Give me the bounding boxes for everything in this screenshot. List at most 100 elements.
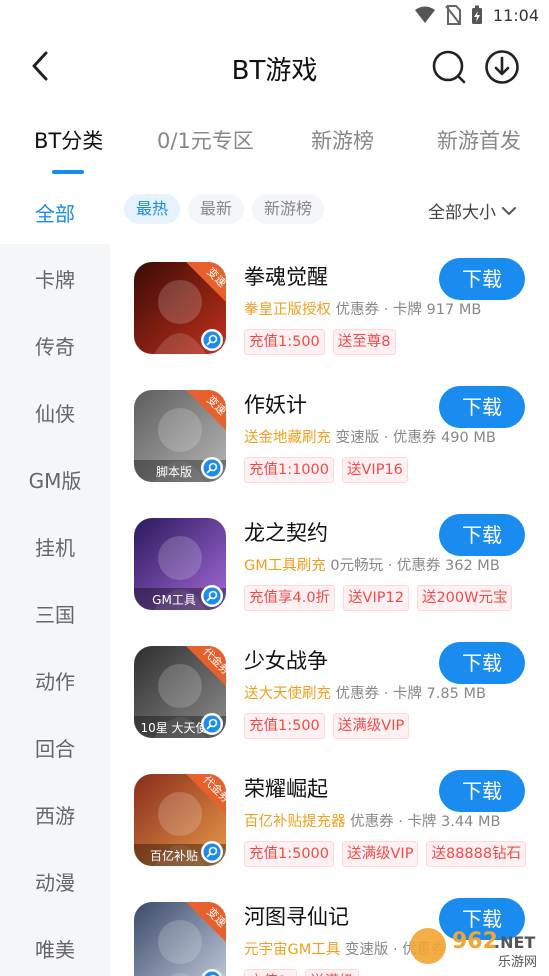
download-button[interactable]: 下载 — [439, 770, 525, 812]
game-highlight: 送大天使刷充 — [244, 686, 331, 702]
game-icon[interactable]: 百亿补贴 代金券 — [134, 774, 226, 866]
wifi-icon — [414, 6, 435, 23]
promo-tag: 送满级VIP — [332, 713, 410, 739]
promo-tag: 送88888钻石 — [426, 841, 527, 867]
download-button[interactable]: 下载 — [439, 514, 525, 556]
game-meta-info: 优惠券 · 卡牌 917 MB — [331, 302, 482, 318]
svg-text:.NET: .NET — [494, 933, 535, 952]
search-button[interactable] — [431, 49, 467, 85]
game-row[interactable]: 10星 大天使 代金券 少女战争 送大天使刷充 优惠券 · 卡牌 7.85 MB… — [110, 628, 549, 756]
game-meta: 送金地藏刷充 变速版 · 优惠券 490 MB — [244, 426, 496, 447]
tab-new-releases[interactable]: 新游首发 — [437, 125, 521, 155]
game-icon[interactable]: 10星 大天使 代金券 — [134, 646, 226, 738]
icon-caption-label: 10星 大天使 — [140, 720, 207, 735]
game-tags: 充值1: 送满级 — [244, 969, 359, 976]
game-highlight: 百亿补贴提充器 — [244, 814, 346, 830]
size-filter-dropdown[interactable]: 全部大小 — [428, 198, 517, 223]
game-tags: 充值享4.0折 送VIP12 送200W元宝 — [244, 585, 513, 611]
download-button[interactable]: 下载 — [439, 258, 525, 300]
promo-tag: 送VIP12 — [343, 585, 409, 611]
game-row[interactable]: 脚本版 变速 作妖计 送金地藏刷充 变速版 · 优惠券 490 MB 充值1:1… — [110, 372, 549, 500]
sidebar-item-xianxia[interactable]: 仙侠 — [0, 398, 110, 427]
sidebar-item-turn-based[interactable]: 回合 — [0, 733, 110, 762]
game-highlight: GM工具刷充 — [244, 558, 326, 574]
sidebar-item-action[interactable]: 动作 — [0, 666, 110, 695]
no-sim-icon — [445, 5, 461, 25]
tab-zero-one-zone[interactable]: 0/1元专区 — [157, 125, 254, 155]
game-name: 少女战争 — [244, 649, 328, 673]
watermark-logo: 962 .NET 乐游网 — [406, 920, 546, 970]
sort-newest-chip[interactable]: 最新 — [188, 194, 245, 224]
game-list: 变速 拳魂觉醒 拳皇正版授权 优惠券 · 卡牌 917 MB 充值1:500 送至… — [110, 244, 549, 976]
game-row[interactable]: 变速 拳魂觉醒 拳皇正版授权 优惠券 · 卡牌 917 MB 充值1:500 送至… — [110, 244, 549, 372]
sidebar-item-card[interactable]: 卡牌 — [0, 264, 110, 293]
size-filter-label: 全部大小 — [428, 203, 496, 223]
svg-text:乐游网: 乐游网 — [498, 955, 537, 970]
download-button[interactable]: 下载 — [439, 642, 525, 684]
sidebar-item-idle[interactable]: 挂机 — [0, 532, 110, 561]
game-icon[interactable]: GM工具 — [134, 518, 226, 610]
active-tab-indicator — [52, 170, 84, 174]
game-row[interactable]: 百亿补贴 代金券 荣耀崛起 百亿补贴提充器 优惠券 · 卡牌 3.44 MB 充… — [110, 756, 549, 884]
game-meta-info: 优惠券 · 卡牌 7.85 MB — [331, 686, 486, 702]
category-sidebar: 全部 卡牌 传奇 仙侠 GM版 挂机 三国 动作 回合 西游 动漫 唯美 — [0, 178, 110, 976]
nav-bar: BT游戏 — [0, 32, 549, 102]
promo-tag: 送满级VIP — [342, 841, 419, 867]
top-tabs: BT分类 0/1元专区 新游榜 新游首发 — [0, 118, 549, 178]
icon-caption-label: GM工具 — [152, 593, 196, 607]
promo-tag: 送满级 — [305, 969, 359, 976]
sidebar-item-journey-west[interactable]: 西游 — [0, 800, 110, 829]
game-meta-info: 变速版 · 优惠券 490 MB — [331, 430, 496, 446]
download-icon — [485, 50, 519, 84]
game-icon[interactable]: 变速 — [134, 262, 226, 354]
game-name: 作妖计 — [244, 393, 307, 417]
chevron-down-icon — [502, 206, 516, 215]
promo-tag: 送VIP16 — [342, 457, 408, 483]
sidebar-item-all[interactable]: 全部 — [0, 198, 110, 227]
battery-icon — [471, 5, 482, 24]
sort-new-rank-chip[interactable]: 新游榜 — [252, 194, 325, 224]
game-icon[interactable]: 变速 — [134, 902, 226, 976]
game-name: 拳魂觉醒 — [244, 265, 328, 289]
promo-tag: 充值1:1000 — [244, 457, 335, 483]
game-highlight: 拳皇正版授权 — [244, 302, 331, 318]
sidebar-item-anime[interactable]: 动漫 — [0, 867, 110, 896]
game-name: 荣耀崛起 — [244, 777, 328, 801]
promo-tag: 送200W元宝 — [416, 585, 513, 611]
promo-tag: 送至尊8 — [332, 329, 396, 355]
game-meta-info: 0元畅玩 · 优惠券 362 MB — [325, 558, 500, 574]
game-tags: 充值1:5000 送满级VIP 送88888钻石 — [244, 841, 527, 867]
sidebar-item-three-kingdoms[interactable]: 三国 — [0, 599, 110, 628]
sidebar-item-legend[interactable]: 传奇 — [0, 331, 110, 360]
game-meta: 送大天使刷充 优惠券 · 卡牌 7.85 MB — [244, 682, 486, 703]
game-tags: 充值1:500 送至尊8 — [244, 329, 396, 355]
promo-tag: 充值享4.0折 — [244, 585, 336, 611]
promo-tag: 充值1: — [244, 969, 298, 976]
game-highlight: 元宇宙GM工具 — [244, 942, 341, 958]
tab-bt-category[interactable]: BT分类 — [34, 125, 103, 155]
sidebar-item-aesthetic[interactable]: 唯美 — [0, 934, 110, 963]
tab-new-games-rank[interactable]: 新游榜 — [311, 125, 374, 155]
game-meta-info: 优惠券 · 卡牌 3.44 MB — [345, 814, 501, 830]
game-name: 河图寻仙记 — [244, 905, 349, 929]
sort-options: 最热 最新 新游榜 — [124, 194, 325, 226]
sort-hottest-chip[interactable]: 最热 — [124, 194, 181, 224]
search-icon — [432, 50, 466, 84]
status-bar: 11:04 — [0, 0, 549, 32]
icon-caption-label: 脚本版 — [156, 464, 192, 479]
status-time: 11:04 — [492, 5, 539, 25]
promo-tag: 充值1:500 — [244, 329, 325, 355]
svg-text:962: 962 — [452, 929, 498, 954]
game-icon[interactable]: 脚本版 变速 — [134, 390, 226, 482]
game-name: 龙之契约 — [244, 521, 328, 545]
icon-caption-label: 百亿补贴 — [150, 848, 198, 863]
sidebar-item-gm[interactable]: GM版 — [0, 465, 110, 494]
game-meta: 百亿补贴提充器 优惠券 · 卡牌 3.44 MB — [244, 810, 500, 831]
game-meta: 拳皇正版授权 优惠券 · 卡牌 917 MB — [244, 298, 481, 319]
game-tags: 充值1:1000 送VIP16 — [244, 457, 408, 483]
game-tags: 充值1:500 送满级VIP — [244, 713, 410, 739]
game-highlight: 送金地藏刷充 — [244, 430, 331, 446]
download-manager-button[interactable] — [484, 49, 520, 85]
game-row[interactable]: GM工具 龙之契约 GM工具刷充 0元畅玩 · 优惠券 362 MB 充值享4.… — [110, 500, 549, 628]
download-button[interactable]: 下载 — [439, 386, 525, 428]
